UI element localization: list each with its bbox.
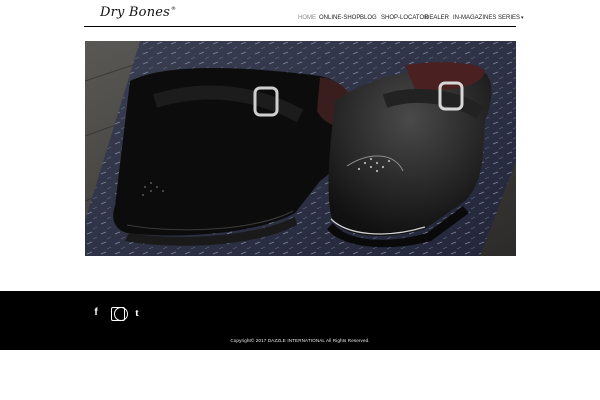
main-nav: HOME ONLINE-SHOP BLOG SHOP-LOCATOR DEALE… bbox=[0, 14, 600, 24]
copyright-text: Copyright© 2017 DAZZLE INTERNATIONAL All… bbox=[230, 338, 370, 343]
facebook-icon[interactable]: f bbox=[90, 307, 102, 319]
site-footer: f t Copyright© 2017 DAZZLE INTERNATIONAL… bbox=[0, 291, 600, 350]
site-header: Dry Bones® HOME ONLINE-SHOP BLOG SHOP-LO… bbox=[0, 0, 600, 28]
nav-item-shop-locator[interactable]: SHOP-LOCATOR bbox=[381, 14, 428, 22]
nav-item-series-label: SERIES bbox=[498, 15, 521, 21]
nav-item-online-shop[interactable]: ONLINE-SHOP bbox=[319, 14, 360, 22]
nav-item-dealer[interactable]: DEALER bbox=[425, 14, 449, 22]
instagram-icon-lens bbox=[113, 307, 128, 321]
nav-item-blog[interactable]: BLOG bbox=[360, 14, 377, 22]
hero-image bbox=[85, 41, 516, 256]
nav-item-home[interactable]: HOME bbox=[298, 14, 316, 22]
chevron-down-icon: ▾ bbox=[521, 15, 524, 21]
nav-item-in-magazines[interactable]: IN-MAGAZINES bbox=[453, 14, 496, 22]
tumblr-icon[interactable]: t bbox=[131, 307, 143, 319]
header-divider bbox=[84, 26, 516, 27]
hero-shoes-photo bbox=[85, 41, 516, 256]
registered-mark: ® bbox=[171, 6, 177, 12]
nav-item-series[interactable]: SERIES▾ bbox=[498, 14, 524, 22]
instagram-icon[interactable] bbox=[110, 307, 128, 321]
